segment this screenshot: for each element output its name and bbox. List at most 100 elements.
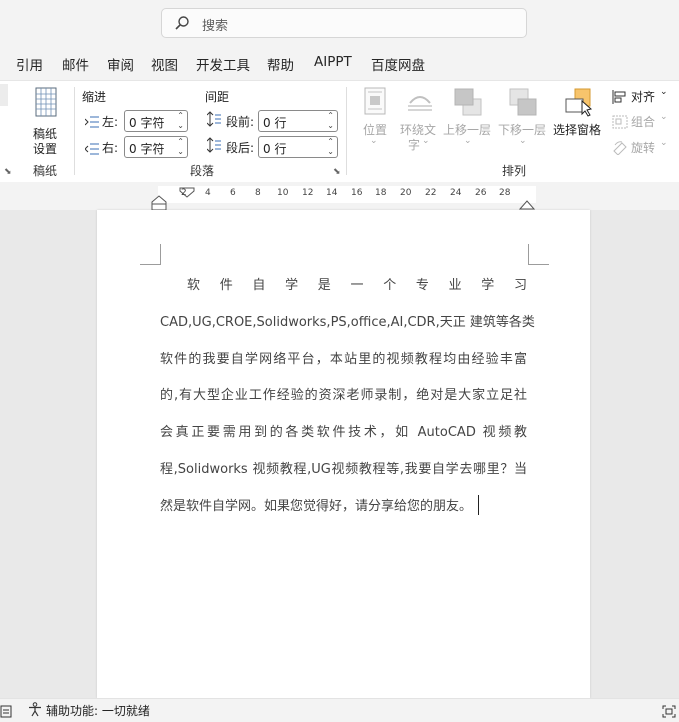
chevron-down-icon: ⌄	[660, 138, 668, 148]
group-label: 组合	[631, 115, 656, 129]
status-bar: 辅助功能: 一切就绪	[0, 698, 679, 721]
chevron-down-icon: ⌄	[660, 112, 668, 122]
document-canvas: 软件自学是一个专业学习 CAD,UG,CROE,Solidworks,PS,of…	[0, 210, 679, 698]
tab-developer[interactable]: 开发工具	[196, 54, 250, 74]
chevron-down-icon: ⌄	[422, 136, 430, 146]
ruler-tick: 16	[351, 188, 363, 198]
search-placeholder: 搜索	[202, 19, 229, 34]
ribbon-tabs: 引用 邮件 审阅 视图 开发工具 帮助 AIPPT 百度网盘	[0, 50, 679, 76]
accessibility-icon[interactable]	[28, 702, 42, 721]
ruler-tick: 8	[255, 188, 261, 198]
spacing-before-spinner[interactable]: 0 行 ⌃ ⌄	[258, 110, 338, 132]
indent-left-spinner[interactable]: 0 字符 ⌃ ⌄	[124, 110, 188, 132]
group-objects-button[interactable]: 组合 ⌄	[610, 112, 674, 132]
paragraph-line-2[interactable]: CAD,UG,CROE,Solidworks,PS,office,AI,CDR,…	[160, 311, 535, 330]
tab-review[interactable]: 审阅	[107, 54, 134, 74]
ruler-tick: 20	[400, 188, 412, 198]
bring-forward-button[interactable]: 上移一层 ⌄	[443, 87, 493, 157]
arrange-group-label: 排列	[502, 164, 527, 178]
tab-mailings[interactable]: 邮件	[62, 54, 89, 74]
tab-view[interactable]: 视图	[151, 54, 178, 74]
indent-left-label: 左:	[102, 115, 119, 129]
paragraph-line-7[interactable]: 然是软件自学网。如果您觉得好，请分享给您的朋友。	[160, 495, 527, 515]
group-icon	[612, 114, 628, 133]
paragraph-line-3[interactable]: 软件的我要自学网络平台，本站里的视频教程均由经验丰富	[160, 348, 527, 367]
ruler-tick: 2	[181, 188, 187, 198]
spacing-before-label: 段前:	[226, 115, 255, 129]
search-icon	[174, 15, 190, 35]
wrap-text-icon	[406, 89, 434, 117]
rotate-label: 旋转	[631, 141, 656, 155]
indent-right-label: 右:	[102, 141, 119, 155]
selection-pane-button[interactable]: 选择窗格	[553, 87, 605, 137]
manuscript-label-2: 设置	[33, 142, 58, 156]
selection-pane-label: 选择窗格	[553, 123, 602, 137]
spacing-before-value: 0 行	[263, 116, 287, 130]
tab-help[interactable]: 帮助	[267, 54, 294, 74]
ruler-tick: 10	[277, 188, 289, 198]
spinner-arrows-icon[interactable]: ⌃ ⌄	[327, 111, 334, 131]
rotate-icon	[612, 140, 628, 159]
spacing-after-icon	[206, 137, 221, 157]
send-backward-icon	[508, 87, 538, 121]
text-cursor	[478, 495, 480, 515]
spacing-after-spinner[interactable]: 0 行 ⌃ ⌄	[258, 136, 338, 158]
paragraph-line-5[interactable]: 会真正要需用到的各类软件技术，如 AutoCAD 视频教	[160, 421, 527, 440]
manuscript-group-label: 稿纸	[33, 164, 58, 178]
spacing-after-label: 段后:	[226, 141, 255, 155]
group-separator	[74, 87, 75, 175]
accessibility-status[interactable]: 辅助功能: 一切就绪	[46, 702, 150, 719]
ruler-tick: 24	[450, 188, 462, 198]
align-button[interactable]: 对齐 ⌄	[610, 87, 674, 107]
tab-aippt[interactable]: AIPPT	[314, 54, 352, 70]
indent-right-icon	[84, 140, 99, 159]
align-icon	[612, 89, 628, 108]
title-bar: 搜索	[0, 0, 679, 46]
ribbon: 稿纸 设置 稿纸 ⬊ 缩进 间距 左: 0 字符 ⌃ ⌄ 右: 0 字符 ⌃ ⌄ 段…	[0, 80, 679, 183]
horizontal-ruler[interactable]: 2 4 6 8 10 12 14 16 18 20 22 24 26 28	[0, 182, 679, 211]
chevron-down-icon: ⌄	[370, 136, 378, 146]
bring-forward-icon	[453, 87, 483, 121]
document-page[interactable]: 软件自学是一个专业学习 CAD,UG,CROE,Solidworks,PS,of…	[97, 210, 590, 698]
indent-right-value: 0 字符	[129, 142, 165, 156]
paragraph-line-4[interactable]: 的,有大型企业工作经验的资深老师录制，绝对是大家立足社	[160, 384, 527, 403]
selection-pane-icon	[563, 87, 593, 121]
crop-mark-top-right	[528, 244, 549, 265]
ruler-tick: 22	[425, 188, 437, 198]
paragraph-dialog-launcher-icon[interactable]: ⬊	[333, 167, 341, 177]
indent-right-spinner[interactable]: 0 字符 ⌃ ⌄	[124, 136, 188, 158]
ruler-tick: 12	[302, 188, 314, 198]
rotate-button[interactable]: 旋转 ⌄	[610, 138, 674, 158]
chevron-down-icon: ⌄	[519, 136, 527, 146]
search-box[interactable]: 搜索	[161, 8, 527, 38]
spinner-arrows-icon[interactable]: ⌃ ⌄	[177, 111, 184, 131]
spinner-arrows-icon[interactable]: ⌃ ⌄	[177, 137, 184, 157]
spacing-before-icon	[206, 111, 221, 131]
manuscript-icon	[35, 87, 57, 121]
spinner-arrows-icon[interactable]: ⌃ ⌄	[327, 137, 334, 157]
indent-header: 缩进	[82, 90, 107, 104]
wrap-text-button[interactable]: 环绕文 字 ⌄	[400, 87, 440, 157]
page-view-icon[interactable]	[0, 703, 12, 722]
focus-mode-icon[interactable]	[662, 703, 676, 722]
send-backward-button[interactable]: 下移一层 ⌄	[498, 87, 548, 157]
group-separator	[346, 87, 347, 175]
ruler-tick: 6	[230, 188, 236, 198]
tab-baidu-netdisk[interactable]: 百度网盘	[371, 54, 425, 74]
ruler-tick: 18	[375, 188, 387, 198]
paragraph-line-1[interactable]: 软件自学是一个专业学习	[187, 274, 527, 293]
crop-mark-top-left	[140, 244, 161, 265]
align-label: 对齐	[631, 90, 656, 104]
indent-left-value: 0 字符	[129, 116, 165, 130]
spacing-after-value: 0 行	[263, 142, 287, 156]
manuscript-settings-button[interactable]: 稿纸 设置	[26, 85, 66, 156]
position-icon	[364, 87, 386, 119]
paragraph-group-label: 段落	[190, 164, 215, 178]
spacing-header: 间距	[205, 90, 230, 104]
paragraph-line-6[interactable]: 程,Solidworks 视频教程,UG视频教程等,我要自学去哪里？当	[160, 458, 527, 477]
position-button[interactable]: 位置 ⌄	[360, 87, 390, 157]
ruler-tick: 28	[499, 188, 511, 198]
manuscript-dialog-launcher-icon[interactable]: ⬊	[4, 167, 12, 177]
ruler-tick: 26	[475, 188, 487, 198]
tab-references[interactable]: 引用	[16, 54, 43, 74]
